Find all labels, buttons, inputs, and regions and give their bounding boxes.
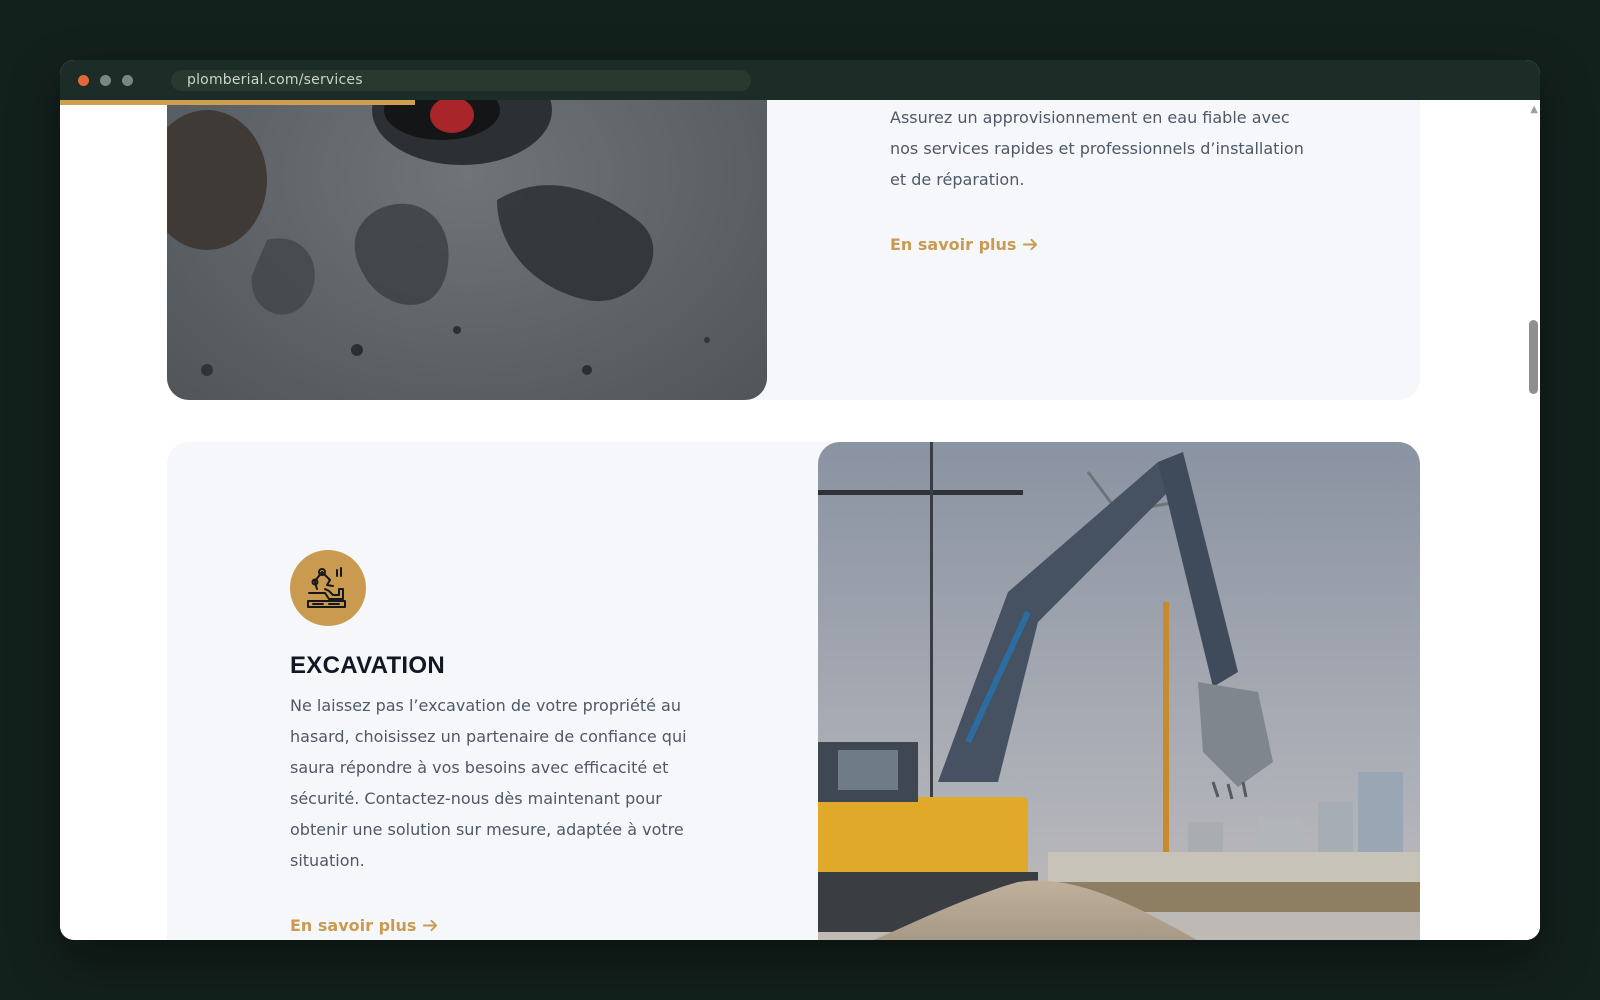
learn-more-link[interactable]: En savoir plus — [290, 916, 439, 935]
service-icon-badge — [290, 550, 366, 626]
scroll-up-arrow-icon[interactable]: ▲ — [1530, 104, 1538, 115]
vertical-scrollbar[interactable]: ▲ — [1526, 100, 1540, 940]
scrollbar-thumb[interactable] — [1529, 320, 1538, 394]
minimize-window-button[interactable] — [100, 75, 111, 86]
service-image — [167, 100, 767, 400]
address-bar[interactable]: plomberial.com/services — [171, 70, 751, 91]
maximize-window-button[interactable] — [122, 75, 133, 86]
arrow-right-icon — [423, 919, 438, 932]
service-description: Ne laissez pas l’excavation de votre pro… — [290, 696, 687, 870]
learn-more-link[interactable]: En savoir plus — [890, 235, 1039, 254]
learn-more-label: En savoir plus — [290, 916, 417, 935]
wet-pavement-manhole-photo — [167, 100, 767, 400]
service-text: Assurez un approvisionnement en eau fiab… — [890, 102, 1310, 254]
service-card-water: Assurez un approvisionnement en eau fiab… — [167, 100, 1420, 400]
service-text: EXCAVATION Ne laissez pas l’excavation d… — [290, 550, 710, 935]
excavator-icon — [307, 567, 346, 608]
service-title: EXCAVATION — [290, 652, 446, 679]
excavator-construction-site-photo — [818, 442, 1420, 940]
learn-more-label: En savoir plus — [890, 235, 1017, 254]
page-viewport: Assurez un approvisionnement en eau fiab… — [60, 100, 1540, 940]
service-description: Assurez un approvisionnement en eau fiab… — [890, 108, 1304, 189]
service-image — [818, 442, 1420, 940]
arrow-right-icon — [1023, 238, 1038, 251]
close-window-button[interactable] — [78, 75, 89, 86]
browser-titlebar: plomberial.com/services — [60, 60, 1540, 100]
scroll-progress-bar — [60, 100, 1540, 105]
service-card-excavation: EXCAVATION Ne laissez pas l’excavation d… — [167, 442, 1420, 940]
browser-window: plomberial.com/services Assurez un appro… — [60, 60, 1540, 940]
scroll-progress-fill — [60, 100, 416, 105]
address-bar-url: plomberial.com/services — [187, 72, 363, 88]
